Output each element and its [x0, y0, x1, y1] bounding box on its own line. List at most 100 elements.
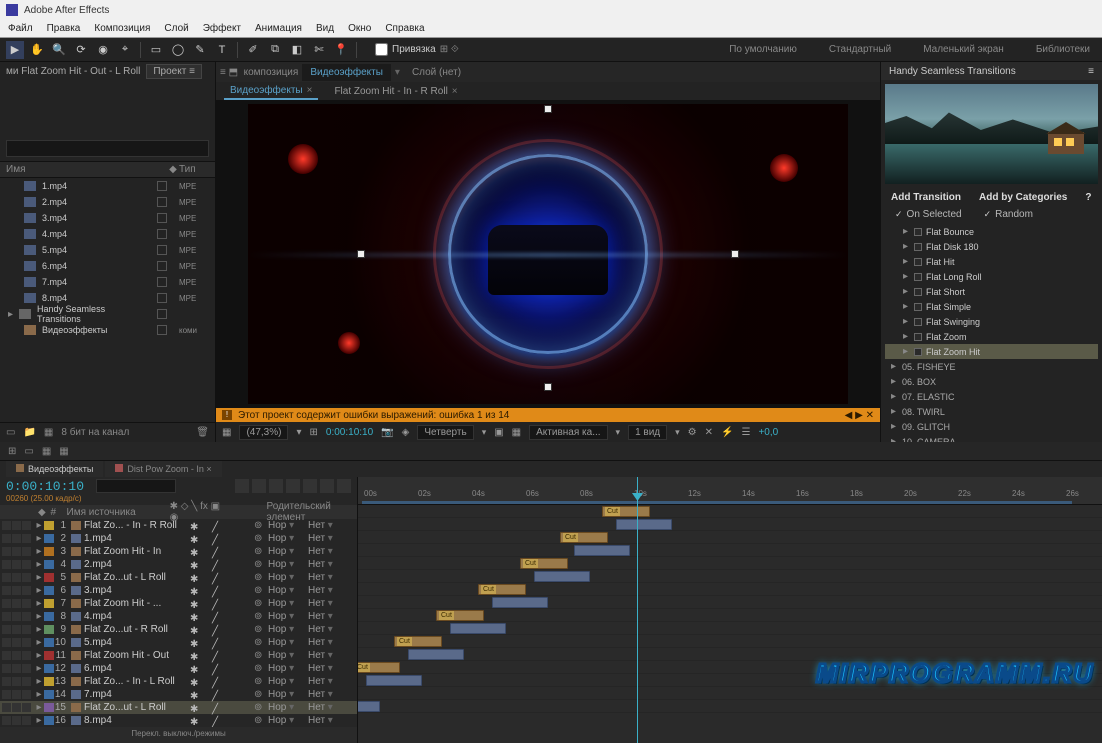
layer-row[interactable]: 12 6.mp4 ✱╱ ⊚ Нор Нет	[0, 662, 357, 675]
menu-Слой[interactable]: Слой	[164, 23, 188, 34]
rotate-tool[interactable]: ◉	[94, 41, 112, 59]
hst-category[interactable]: 05. FISHEYE	[885, 359, 1098, 374]
workspace-tabs[interactable]: По умолчанию Стандартный Маленький экран Би…	[723, 40, 1096, 59]
layer-row[interactable]: 15 Flat Zo...ut - L Roll ✱╱ ⊚ Нор Нет	[0, 701, 357, 714]
hand-tool[interactable]: ✋	[28, 41, 46, 59]
layer-row[interactable]: 6 3.mp4 ✱╱ ⊚ Нор Нет	[0, 584, 357, 597]
menu-Вид[interactable]: Вид	[316, 23, 334, 34]
hst-category[interactable]: 10. CAMERA	[885, 434, 1098, 442]
new-folder-icon[interactable]: 📁	[23, 427, 35, 438]
trash-icon[interactable]: 🗑	[196, 427, 209, 438]
snapping-toggle[interactable]: Привязка ⊞ ⟐	[375, 43, 459, 56]
col-type[interactable]: Тип	[179, 164, 209, 175]
layer-row[interactable]: 5 Flat Zo...ut - L Roll ✱╱ ⊚ Нор Нет	[0, 571, 357, 584]
add-by-categories-button[interactable]: Add by Categories	[979, 192, 1067, 203]
quality-dd[interactable]: Четверть	[417, 425, 473, 440]
timeline-tab[interactable]: Dist Pow Zoom - In ×	[105, 461, 221, 477]
layer-bounds-icon[interactable]: ⊞	[310, 427, 318, 438]
layer-row[interactable]: 9 Flat Zo...ut - R Roll ✱╱ ⊚ Нор Нет	[0, 623, 357, 636]
interpret-icon[interactable]: ▭	[6, 427, 15, 438]
comp-panel-tabs[interactable]: ≡ ⬒ композиция Видеоэффекты ▾ Слой (нет)	[216, 62, 880, 82]
comp-sub-tabs[interactable]: ВидеоэффектыFlat Zoom Hit - In - R Roll	[216, 82, 880, 100]
clone-tool[interactable]: ⧉	[266, 41, 284, 59]
project-item[interactable]: 7.mp4MPE	[0, 274, 215, 290]
hst-item[interactable]: Flat Simple	[885, 299, 1098, 314]
hst-item[interactable]: Flat Swinging	[885, 314, 1098, 329]
exposure[interactable]: +0,0	[758, 427, 778, 438]
timeline-search[interactable]	[96, 479, 176, 493]
hst-item[interactable]: Flat Disk 180	[885, 239, 1098, 254]
fx-icon[interactable]: ⚙	[688, 427, 697, 438]
menu-Справка[interactable]: Справка	[385, 23, 424, 34]
toggle-switches[interactable]: Перекл. выключ./режимы	[0, 727, 357, 743]
anchor-tool[interactable]: ⌖	[116, 41, 134, 59]
hst-item[interactable]: Flat Bounce	[885, 224, 1098, 239]
hst-item[interactable]: Flat Zoom	[885, 329, 1098, 344]
brush-tool[interactable]: ✐	[244, 41, 262, 59]
menu-Эффект[interactable]: Эффект	[203, 23, 241, 34]
timeline-tab[interactable]: Видеоэффекты	[6, 461, 103, 477]
layer-row[interactable]: 1 Flat Zo... - In - R Roll ✱╱ ⊚ Нор Нет	[0, 519, 357, 532]
x-icon[interactable]: ✕	[705, 427, 713, 438]
views-dd[interactable]: 1 вид	[628, 425, 667, 440]
project-item[interactable]: Видеоэффектыкоми	[0, 322, 215, 338]
puppet-tool[interactable]: 📍	[332, 41, 350, 59]
grid-icon[interactable]: ▦	[222, 427, 231, 438]
snapshot-icon[interactable]: 📷	[381, 427, 393, 438]
on-selected-check[interactable]: On Selected	[895, 209, 962, 220]
zoom-tool[interactable]: 🔍	[50, 41, 68, 59]
project-item[interactable]: 3.mp4MPE	[0, 210, 215, 226]
layer-row[interactable]: 7 Flat Zoom Hit - ... ✱╱ ⊚ Нор Нет	[0, 597, 357, 610]
col-name[interactable]: Имя	[6, 164, 167, 175]
layer-row[interactable]: 10 5.mp4 ✱╱ ⊚ Нор Нет	[0, 636, 357, 649]
hst-category[interactable]: 09. GLITCH	[885, 419, 1098, 434]
add-transition-button[interactable]: Add Transition	[891, 192, 961, 203]
project-search[interactable]	[6, 140, 209, 157]
hst-item[interactable]: Flat Short	[885, 284, 1098, 299]
menu-Композиция[interactable]: Композиция	[94, 23, 150, 34]
fast-preview-icon[interactable]: ⚡	[721, 427, 733, 438]
zoom-dd[interactable]: (47,3%)	[239, 425, 288, 440]
menu-Окно[interactable]: Окно	[348, 23, 371, 34]
hst-category[interactable]: 06. BOX	[885, 374, 1098, 389]
layer-row[interactable]: 8 4.mp4 ✱╱ ⊚ Нор Нет	[0, 610, 357, 623]
hst-category[interactable]: 08. TWIRL	[885, 404, 1098, 419]
current-time-indicator[interactable]	[637, 477, 638, 743]
menu-Файл[interactable]: Файл	[8, 23, 33, 34]
camera-dd[interactable]: Активная ка...	[529, 425, 607, 440]
new-comp-icon[interactable]: ▦	[44, 427, 53, 438]
project-tab[interactable]: Проект ≡	[146, 64, 202, 79]
project-item[interactable]: 6.mp4MPE	[0, 258, 215, 274]
workspace-Маленький экран[interactable]: Маленький экран	[917, 40, 1010, 59]
layer-row[interactable]: 2 1.mp4 ✱╱ ⊚ Нор Нет	[0, 532, 357, 545]
workspace-Стандартный[interactable]: Стандартный	[823, 40, 897, 59]
project-item[interactable]: 2.mp4MPE	[0, 194, 215, 210]
layer-row[interactable]: 4 2.mp4 ✱╱ ⊚ Нор Нет	[0, 558, 357, 571]
comp-tab[interactable]: Flat Zoom Hit - In - R Roll	[328, 84, 463, 99]
menu-Правка[interactable]: Правка	[47, 23, 81, 34]
layer-row[interactable]: 16 8.mp4 ✱╱ ⊚ Нор Нет	[0, 714, 357, 727]
project-item[interactable]: 4.mp4MPE	[0, 226, 215, 242]
workspace-Библиотеки[interactable]: Библиотеки	[1030, 40, 1096, 59]
rect-tool[interactable]: ▭	[147, 41, 165, 59]
roto-tool[interactable]: ✄	[310, 41, 328, 59]
eraser-tool[interactable]: ◧	[288, 41, 306, 59]
pen-tool[interactable]: ✎	[191, 41, 209, 59]
hst-item[interactable]: Flat Zoom Hit	[885, 344, 1098, 359]
hst-tree[interactable]: Flat Bounce Flat Disk 180 Flat Hit Flat …	[881, 222, 1102, 442]
project-item[interactable]: 1.mp4MPE	[0, 178, 215, 194]
project-item[interactable]: 5.mp4MPE	[0, 242, 215, 258]
hst-item[interactable]: Flat Long Roll	[885, 269, 1098, 284]
layer-row[interactable]: 3 Flat Zoom Hit - In ✱╱ ⊚ Нор Нет	[0, 545, 357, 558]
timeline-tabs[interactable]: ВидеоэффектыDist Pow Zoom - In ×	[0, 461, 1102, 477]
layer-row[interactable]: 13 Flat Zo... - In - L Roll ✱╱ ⊚ Нор Нет	[0, 675, 357, 688]
layer-list[interactable]: 1 Flat Zo... - In - R Roll ✱╱ ⊚ Нор Нет …	[0, 519, 357, 727]
share-icon[interactable]: ☰	[741, 427, 750, 438]
timeline-timecode[interactable]: 0:00:10:10	[6, 479, 84, 494]
help-button[interactable]: ?	[1085, 192, 1091, 203]
workspace-По умолчанию[interactable]: По умолчанию	[723, 40, 803, 59]
transparency-icon[interactable]: ▦	[512, 427, 521, 438]
menu-Анимация[interactable]: Анимация	[255, 23, 302, 34]
orbit-tool[interactable]: ⟳	[72, 41, 90, 59]
menubar[interactable]: Файл Правка Композиция Слой Эффект Анимация Ви…	[0, 20, 1102, 38]
